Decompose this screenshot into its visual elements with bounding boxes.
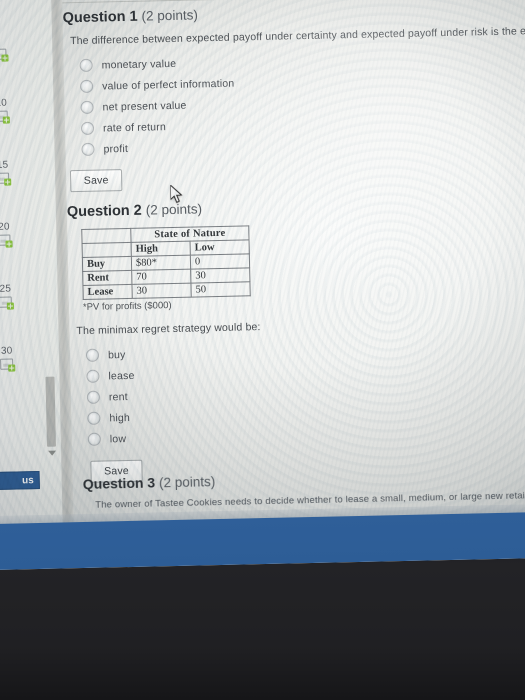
choice-label: value of perfect information <box>101 77 235 92</box>
nav-entry-20[interactable]: 20 <box>0 221 51 248</box>
save-flag-icon[interactable] <box>0 358 16 372</box>
submit-status-button[interactable]: us <box>0 470 40 492</box>
nav-bottom-labels: se onse <box>0 421 43 457</box>
nav-entry-15[interactable]: 15 <box>0 159 49 186</box>
screen-area: 5 10 15 <box>0 0 525 571</box>
table-cell: 30 <box>131 283 192 299</box>
nav-entry-10[interactable]: 10 <box>0 97 48 124</box>
question-1-block: Question 1 (2 points) The difference bet… <box>62 0 525 193</box>
choice-label: rate of return <box>102 120 167 134</box>
save-flag-icon[interactable] <box>0 110 10 124</box>
table-cell: $80* <box>131 255 191 271</box>
question-1-heading: Question 1 (2 points) <box>62 0 525 26</box>
nav-question-number: 15 <box>0 159 9 171</box>
table-row: Lease 30 50 <box>82 281 251 300</box>
save-button-question-1[interactable]: Save <box>69 169 123 193</box>
laptop-screen-photo: lenovo 5 10 <box>0 0 525 700</box>
choice-label: buy <box>107 348 126 361</box>
table-cell: 70 <box>131 269 191 285</box>
nav-question-number: 10 <box>0 97 8 109</box>
save-flag-icon[interactable] <box>0 296 14 310</box>
save-flag-icon[interactable] <box>0 172 12 186</box>
radio-button-icon[interactable] <box>80 100 94 114</box>
save-flag-icon[interactable] <box>0 234 13 248</box>
question-2-choices: buy lease rent high low <box>85 335 525 450</box>
choice-label: high <box>109 411 131 424</box>
table-column-header-low: Low <box>190 239 250 256</box>
choice-label: lease <box>108 369 135 382</box>
table-row-label: Rent <box>82 270 132 286</box>
nav-question-number: 30 <box>0 345 13 357</box>
table-row-label: Buy <box>82 256 132 272</box>
question-2-block: Question 2 (2 points) State of Nature Hi… <box>67 194 525 483</box>
question-2-points: (2 points) <box>145 201 203 218</box>
radio-button-icon[interactable] <box>86 369 100 383</box>
table-row-label: Lease <box>82 284 133 300</box>
choice-label: net present value <box>102 99 187 113</box>
save-flag-icon[interactable] <box>0 48 9 62</box>
nav-entry-30[interactable]: 30 <box>0 345 53 372</box>
table-corner-cell <box>82 242 132 258</box>
question-3-points: (2 points) <box>158 474 216 491</box>
table-cell: 30 <box>190 267 250 284</box>
table-corner-cell <box>81 228 132 244</box>
radio-button-icon[interactable] <box>87 432 101 446</box>
radio-button-icon[interactable] <box>81 142 95 156</box>
nav-entry-25[interactable]: 25 <box>0 283 52 310</box>
nav-question-number: 25 <box>0 283 12 295</box>
table-cell: 50 <box>190 281 251 298</box>
vertical-scrollbar-thumb[interactable] <box>45 376 56 447</box>
radio-button-icon[interactable] <box>87 411 101 425</box>
radio-button-icon[interactable] <box>79 58 93 72</box>
nav-entry-5[interactable]: 5 <box>0 35 47 62</box>
question-1-points: (2 points) <box>141 7 199 24</box>
quiz-page: 5 10 15 <box>0 0 525 531</box>
question-2-heading: Question 2 (2 points) <box>67 194 525 220</box>
quiz-content: Question 1 (2 points) The difference bet… <box>62 0 525 528</box>
choice-label: profit <box>103 142 129 155</box>
question-2-title: Question 2 <box>66 202 142 221</box>
radio-button-icon[interactable] <box>79 79 94 93</box>
choice-label: rent <box>108 390 128 403</box>
question-1-choices: monetary value value of perfect informat… <box>79 45 525 160</box>
radio-button-icon[interactable] <box>85 348 100 362</box>
nav-question-number: 5 <box>0 35 46 47</box>
choice-label: monetary value <box>101 57 177 72</box>
question-1-prompt: The difference between expected payoff u… <box>70 24 525 48</box>
question-3-title: Question 3 <box>82 474 156 493</box>
nav-bottom-label-2: onse <box>0 438 43 457</box>
table-column-header-high: High <box>131 241 191 257</box>
radio-button-icon[interactable] <box>86 390 101 404</box>
scroll-down-arrow-icon[interactable] <box>48 450 57 456</box>
table-cell: 0 <box>190 253 250 270</box>
question-1-title: Question 1 <box>62 8 138 27</box>
nav-bottom-label-1: se <box>0 421 43 440</box>
payoff-matrix-table: State of Nature High Low Buy $80* 0 Rent… <box>81 225 251 300</box>
radio-button-icon[interactable] <box>80 121 95 135</box>
question-2-prompt: The minimax regret strategy would be: <box>76 321 261 338</box>
nav-question-number: 20 <box>0 221 10 233</box>
choice-label: low <box>109 432 127 445</box>
